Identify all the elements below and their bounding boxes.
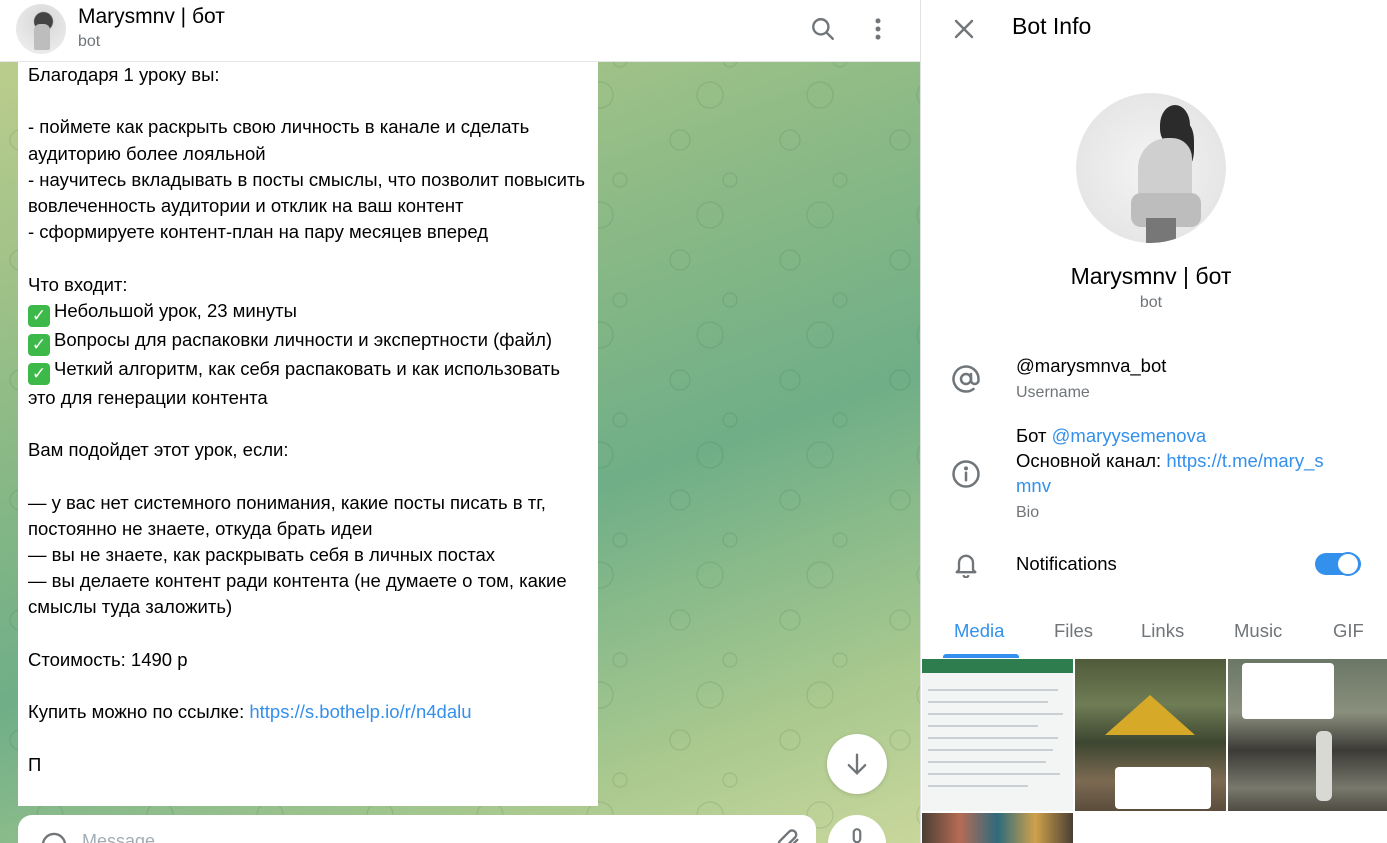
profile-name: Marysmnv | бот xyxy=(1070,263,1232,289)
bell-icon xyxy=(951,549,981,579)
message-line: П xyxy=(28,753,42,775)
close-button[interactable] xyxy=(949,14,979,44)
avatar[interactable] xyxy=(16,4,66,54)
bio-channel-link[interactable]: https://t.me/mary_s xyxy=(1166,450,1323,471)
checklist-item-text: Небольшой урок, 23 минуты xyxy=(54,299,297,321)
tab-files[interactable]: Files xyxy=(1054,620,1093,642)
username-value[interactable]: @marysmnva_bot xyxy=(1016,353,1166,378)
message-input[interactable]: Message xyxy=(82,831,155,843)
chat-status: bot xyxy=(78,33,101,50)
message-heading: Вам подойдет этот урок, если: xyxy=(28,439,289,461)
bio-text: Бот @maryysemenova Основной канал: https… xyxy=(1016,425,1324,496)
price-line: Стоимость: 1490 р xyxy=(28,647,588,673)
tab-music[interactable]: Music xyxy=(1234,620,1282,642)
message-bullets: — у вас нет системного понимания, какие … xyxy=(28,491,567,618)
scroll-to-bottom-button[interactable] xyxy=(827,734,887,794)
tab-media[interactable]: Media xyxy=(954,620,1004,642)
more-vertical-icon xyxy=(875,18,881,40)
panel-title: Bot Info xyxy=(1012,13,1092,39)
price-value: 1490 р xyxy=(125,648,188,670)
notifications-label: Notifications xyxy=(1016,553,1117,574)
checklist-item: ✓ Вопросы для распаковки личности и экспе… xyxy=(28,327,588,356)
checklist-item-text: Вопросы для распаковки личности и экспер… xyxy=(54,328,553,350)
media-thumbnail[interactable] xyxy=(1075,659,1226,811)
arrow-down-icon xyxy=(847,753,867,775)
paperclip-icon[interactable] xyxy=(774,827,802,843)
media-thumbnail[interactable] xyxy=(922,813,1073,843)
search-button[interactable] xyxy=(808,14,838,44)
close-icon xyxy=(954,19,974,39)
check-mark-icon: ✓ xyxy=(28,333,50,356)
microphone-icon xyxy=(852,828,862,843)
message-heading: Что входит: xyxy=(28,273,128,295)
buy-link[interactable]: https://s.bothelp.io/r/n4dalu xyxy=(249,701,471,722)
check-mark-icon: ✓ xyxy=(28,362,50,385)
bio-mention-link[interactable]: @maryysemenova xyxy=(1052,425,1207,446)
shared-media-tabs: Media Files Links Music GIF xyxy=(921,612,1387,658)
message-bubble[interactable]: Благодаря 1 уроку вы: - поймете как раск… xyxy=(18,62,598,806)
chat-header[interactable]: Marysmnv | бот bot xyxy=(0,0,920,62)
media-thumbnail[interactable] xyxy=(1228,659,1387,811)
smile-icon[interactable] xyxy=(40,831,68,843)
checklist-item: ✓ Четкий алгоритм, как себя распаковать и… xyxy=(28,356,588,411)
checklist-item-text: Четкий алгоритм, как себя распаковать и … xyxy=(28,357,566,408)
tab-gif[interactable]: GIF xyxy=(1333,620,1364,642)
checklist-item: ✓ Небольшой урок, 23 минуты xyxy=(28,298,588,327)
profile-status: bot xyxy=(1139,294,1163,311)
active-tab-indicator xyxy=(943,654,1019,658)
message-composer[interactable]: Message xyxy=(18,815,816,843)
notifications-toggle[interactable] xyxy=(1315,552,1361,576)
message-line: Благодаря 1 уроку вы: xyxy=(28,64,220,85)
media-thumbnail[interactable] xyxy=(922,659,1073,811)
price-label: Стоимость: xyxy=(28,648,126,670)
at-sign-icon xyxy=(951,364,981,394)
bot-info-panel: Bot Info Marysmnv | бот bot @marysmnva_b… xyxy=(920,0,1387,843)
profile-photo[interactable] xyxy=(1076,93,1226,243)
chat-area: Marysmnv | бот bot Благодаря 1 уроку вы:… xyxy=(0,0,920,843)
more-button[interactable] xyxy=(863,14,893,44)
tab-links[interactable]: Links xyxy=(1141,620,1184,642)
bio-channel-link-cont[interactable]: mnv xyxy=(1016,475,1051,496)
info-icon xyxy=(951,459,981,489)
username-caption: Username xyxy=(1016,384,1090,401)
buy-line: Купить можно по ссылке: https://s.bothel… xyxy=(28,699,588,725)
bio-caption: Bio xyxy=(1016,504,1040,521)
check-mark-icon: ✓ xyxy=(28,304,50,327)
chat-title[interactable]: Marysmnv | бот xyxy=(78,5,225,29)
buy-label: Купить можно по ссылке: xyxy=(28,701,245,723)
search-icon xyxy=(812,18,834,40)
message-bullets: - поймете как раскрыть свою личность в к… xyxy=(28,116,586,243)
